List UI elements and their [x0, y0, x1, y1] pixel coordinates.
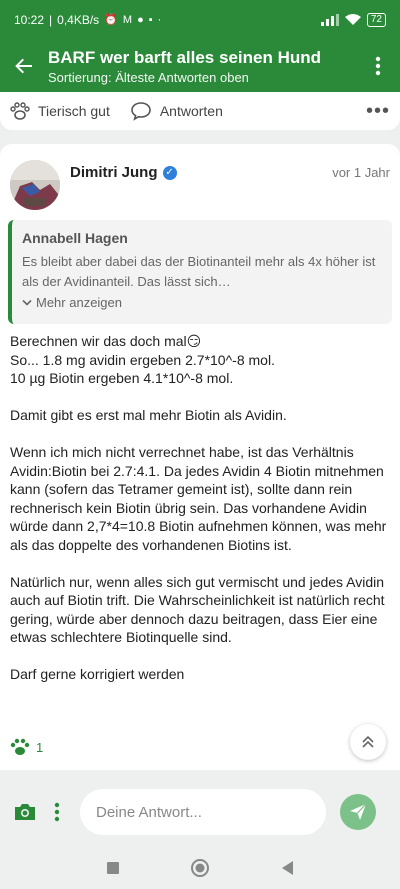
scroll-to-top-button[interactable] — [350, 724, 386, 760]
more-vert-icon — [375, 56, 381, 76]
verified-icon: ✓ — [162, 165, 177, 180]
camera-button[interactable] — [10, 797, 40, 827]
author-name[interactable]: Dimitri Jung ✓ — [70, 164, 177, 181]
gmail-icon: M — [122, 13, 133, 26]
arrow-back-icon — [15, 58, 32, 74]
paw-icon — [10, 102, 30, 120]
comment-icon — [131, 102, 151, 121]
post-paragraph: Darf gerne korrigiert werden — [10, 666, 185, 682]
app-bar: BARF wer barft alles seinen Hund Sortier… — [0, 40, 400, 92]
reply-button[interactable]: Antworten — [130, 101, 223, 121]
recents-button[interactable] — [106, 861, 120, 875]
show-more-link[interactable]: Mehr anzeigen — [22, 295, 382, 310]
sort-subtitle[interactable]: Sortierung: Älteste Antworten oben — [48, 70, 356, 85]
camera-icon — [15, 804, 35, 820]
post-paragraph: Damit gibt es erst mal mehr Biotin als A… — [10, 407, 287, 423]
signal-icon — [320, 14, 339, 26]
paw-icon — [10, 738, 30, 755]
post-paragraph: Natürlich nur, wenn alles sich gut vermi… — [10, 573, 385, 646]
quote-text: Es bleibt aber dabei das der Biotinantei… — [22, 254, 376, 289]
wifi-icon — [344, 14, 361, 25]
quote-author: Annabell Hagen — [22, 230, 128, 246]
previous-post-actions: Tierisch gut Antworten ••• — [0, 92, 400, 130]
reaction-button[interactable]: Tierisch gut — [10, 102, 110, 120]
compose-bar — [0, 778, 400, 846]
post-timestamp: vor 1 Jahr — [332, 165, 390, 180]
attachment-menu-button[interactable] — [44, 797, 70, 827]
more-vert-icon — [54, 802, 60, 822]
back-button[interactable] — [0, 40, 48, 92]
status-bar: 10:22 | 0,4KB/s ⏰ M ● ▪ · 72 — [0, 0, 400, 40]
notification-icon: ▪ — [148, 13, 153, 26]
avatar[interactable] — [10, 160, 60, 210]
double-chevron-up-icon — [362, 735, 374, 748]
avatar-image — [10, 160, 60, 210]
reply-label: Antworten — [159, 103, 223, 119]
back-nav-button[interactable] — [280, 860, 294, 876]
post-body: Berechnen wir das doch mal😏 So... 1.8 mg… — [10, 332, 392, 702]
alarm-icon: ⏰ — [104, 13, 118, 26]
battery-indicator: 72 — [366, 13, 386, 27]
page-title: BARF wer barft alles seinen Hund — [48, 47, 321, 67]
send-icon — [350, 803, 367, 820]
quoted-post[interactable]: Annabell Hagen Es bleibt aber dabei das … — [8, 220, 392, 324]
chevron-down-icon — [22, 299, 32, 306]
reply-input[interactable] — [80, 789, 326, 835]
reaction-label: Tierisch gut — [38, 103, 110, 119]
post-paragraph: Wenn ich mich nicht verrechnet habe, ist… — [10, 444, 387, 553]
chat-icon: ● — [137, 13, 144, 26]
send-button[interactable] — [340, 794, 376, 830]
home-button[interactable] — [190, 858, 210, 878]
post-card: Dimitri Jung ✓ vor 1 Jahr Annabell Hagen… — [0, 144, 400, 770]
network-speed: 0,4KB/s — [57, 13, 100, 27]
status-time: 10:22 — [14, 13, 45, 27]
reaction-summary[interactable]: 1 — [10, 738, 43, 756]
more-horiz-icon[interactable]: ••• — [366, 100, 390, 123]
post-paragraph: Berechnen wir das doch mal😏 So... 1.8 mg… — [10, 333, 275, 386]
more-notifications-icon: · — [157, 13, 162, 26]
system-nav-bar — [0, 846, 400, 889]
overflow-menu-button[interactable] — [356, 40, 400, 92]
reaction-count: 1 — [36, 739, 44, 755]
